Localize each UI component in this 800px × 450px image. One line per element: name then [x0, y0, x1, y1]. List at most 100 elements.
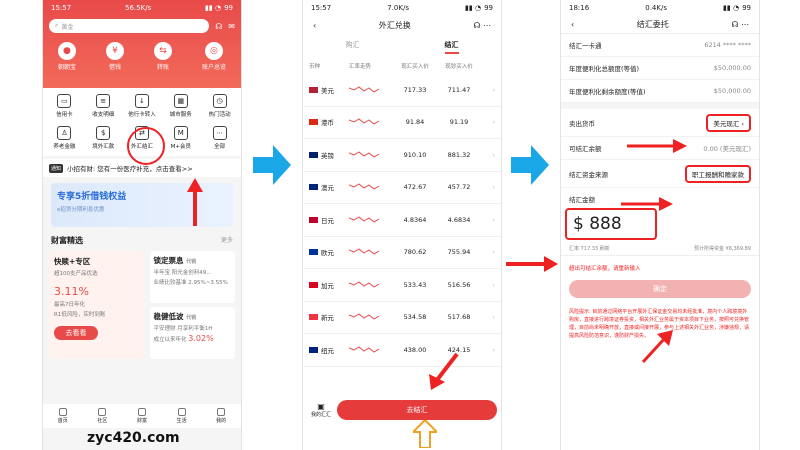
notice-tag: 通知 [49, 163, 64, 173]
tab-buy[interactable]: 购汇 [346, 40, 360, 54]
fund-source-select[interactable]: 职工报酬和赡家款 [685, 164, 751, 183]
message-icon[interactable]: ✉ [228, 22, 235, 31]
table-header: 币种 汇率走势 现汇买入价 现钞买入价 [309, 64, 473, 70]
go-sell-button[interactable]: 去结汇 [337, 400, 497, 420]
fx-row[interactable]: 新元 534.58 517.68 › [303, 302, 501, 334]
page-title: 结汇委托 [636, 20, 669, 29]
wallet-icon: ▣ [317, 402, 325, 411]
chevron-right-icon: › [492, 118, 495, 127]
fx-row[interactable]: 欧元 780.62 755.94 › [303, 237, 501, 269]
status-bar: 15:57 56.5K/s ▮▮ ◔ 99 [43, 0, 241, 16]
top-item-borrow[interactable]: ¥ 借钱 [105, 42, 124, 71]
rate-line: 汇率 717.33 刷新 预计所得资金 ¥6,369.89 [561, 242, 759, 256]
fx-tabs: 购汇 结汇 [303, 34, 501, 58]
flag-icon [309, 249, 318, 256]
fx-row[interactable]: 纽元 438.00 424.15 › [303, 334, 501, 367]
red-arrow-to-confirm [641, 330, 673, 364]
my-fx-button[interactable]: ▣ 我的汇汇 [311, 402, 331, 418]
trend-sparkline [348, 181, 393, 193]
red-arrow-to-currency [627, 139, 687, 153]
top-item-transfer[interactable]: ⇆ 转账 [153, 42, 172, 71]
fx-row[interactable]: 澳元 472.67 457.72 › [303, 172, 501, 204]
top-item-zhaozhaobao[interactable]: ● 朝朝宝 [57, 42, 76, 71]
fx-row[interactable]: 英镑 910.10 881.32 › [303, 139, 501, 172]
tab-home[interactable]: 首页 [58, 408, 68, 424]
yuan-icon: ¥ [105, 42, 124, 60]
fx-row[interactable]: 美元 717.33 711.47 › [303, 74, 501, 107]
status-icons: ▮▮ ◔ 99 [205, 4, 233, 12]
tab-sell[interactable]: 结汇 [444, 40, 459, 54]
title-bar: ‹ 外汇兑换 ☊ ⋯ [303, 16, 501, 34]
flag-icon [309, 86, 318, 93]
phone-sell-order: 18:16 0.4K/s ▮▮ ◔ 99 ‹ 结汇委托 ☊ ⋯ 结汇一卡通 62… [560, 0, 760, 450]
grid-events[interactable]: ◷ 热门活动 [200, 94, 239, 118]
fund-source-row[interactable]: 结汇资金来源 职工报酬和赡家款 [561, 160, 759, 188]
red-arrow-to-source [621, 197, 673, 211]
watermark: zyc420.com [87, 430, 180, 446]
top-item-overview[interactable]: ◎ 账户总览 [202, 42, 226, 71]
back-icon[interactable]: ‹ [313, 21, 316, 30]
member-icon: M [173, 126, 188, 140]
grid-credit-card[interactable]: ▭ 信用卡 [45, 94, 84, 118]
fx-row[interactable]: 加元 533.43 516.56 › [303, 269, 501, 302]
highlight-circle [127, 127, 165, 165]
confirm-button[interactable]: 确定 [569, 280, 751, 298]
chevron-right-icon: › [492, 313, 495, 322]
grid-remit[interactable]: $ 境外汇款 [84, 126, 123, 150]
tab-mine[interactable]: 我的 [216, 408, 226, 424]
flag-icon [309, 184, 318, 191]
view-button[interactable]: 去看看 [54, 326, 98, 340]
pension-icon: ♙ [57, 126, 72, 140]
search-icon: ⌕ [55, 22, 59, 29]
chevron-right-icon: › [492, 280, 495, 289]
flag-icon [309, 314, 318, 321]
life-icon [177, 408, 186, 416]
trend-sparkline [348, 116, 393, 128]
red-arrow-right [506, 256, 558, 272]
red-arrow-down [429, 352, 459, 390]
trend-sparkline [348, 214, 393, 226]
wealth-card-lock[interactable]: 锁定票息 代销 半年宝 阳光金创利49... 业绩比较基准 2.95%~3.55… [149, 251, 235, 303]
bottom-tab-bar: 首页 社区 财富 生活 我的 [43, 404, 241, 428]
card-row[interactable]: 结汇一卡通 6214 **** **** [561, 34, 759, 57]
flag-icon [309, 216, 318, 223]
home-header: 15:57 56.5K/s ▮▮ ◔ 99 ⌕ 黄金 ☊ ✉ ● 朝朝宝 ¥ 借钱 … [43, 0, 241, 88]
piggy-icon: ● [57, 42, 76, 60]
promo-banner[interactable]: 专享5折借钱权益 e招贷分期利息优惠 [51, 183, 233, 227]
transfer-icon: ⇆ [153, 42, 172, 60]
back-icon[interactable]: ‹ [571, 20, 574, 29]
more-link[interactable]: 更多 [221, 235, 233, 246]
rate-refresh[interactable]: 汇率 717.33 刷新 [569, 245, 610, 252]
headset-icon[interactable]: ☊ [215, 22, 222, 31]
grid-all[interactable]: ⋯ 全部 [200, 126, 239, 150]
grid-member[interactable]: M M+会员 [161, 126, 200, 150]
grid-pension[interactable]: ♙ 养老金融 [45, 126, 84, 150]
flag-icon [309, 151, 318, 158]
fx-row[interactable]: 港币 91.84 91.19 › [303, 107, 501, 139]
headset-icon[interactable]: ☊ ⋯ [473, 21, 491, 30]
grid-statement[interactable]: ≡ 收支明细 [84, 94, 123, 118]
fx-row[interactable]: 日元 4.8364 4.6834 › [303, 204, 501, 237]
card-number: 6214 **** **** [704, 41, 751, 49]
trend-sparkline [348, 311, 393, 323]
tab-life[interactable]: 生活 [177, 408, 187, 424]
quota-total-row: 年度便利化总额度(等值) $50,000.00 [561, 57, 759, 80]
sell-currency-select[interactable]: 美元现汇 › [706, 113, 751, 132]
search-input[interactable]: ⌕ 黄金 [49, 19, 210, 33]
tab-wealth[interactable]: 财富 [137, 408, 147, 424]
community-icon [98, 408, 107, 416]
city-icon: ▦ [173, 94, 188, 108]
wealth-card-stable[interactable]: 稳健低波 代销 平安理财 月享利平衡1H 成立以来年化 3.02% [149, 307, 235, 359]
notice-text: 小招有财: 您有一份医疗补充，点击查看>> [67, 165, 193, 173]
transfer-in-icon: ↓ [134, 94, 149, 108]
grid-transfer-in[interactable]: ↓ 他行卡转入 [123, 94, 162, 118]
tab-community[interactable]: 社区 [97, 408, 107, 424]
chevron-right-icon: › [492, 345, 495, 354]
headset-icon[interactable]: ☊ ⋯ [731, 20, 749, 29]
amount-input[interactable]: $ 888 [565, 208, 657, 240]
remit-icon: $ [96, 126, 111, 140]
sell-currency-row[interactable]: 卖出货币 美元现汇 › [561, 109, 759, 137]
wealth-card-quick[interactable]: 快赎+专区 超100支产品优选 3.11% 最高7日年化 R1低风险，实时到账 … [49, 251, 145, 359]
card-icon: ▭ [57, 94, 72, 108]
grid-city[interactable]: ▦ 城市服务 [161, 94, 200, 118]
